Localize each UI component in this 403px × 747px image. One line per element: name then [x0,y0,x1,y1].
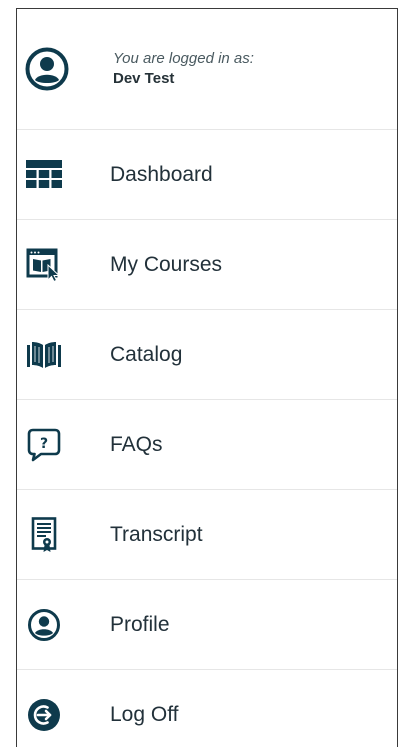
user-circle-icon [26,607,62,643]
log-off-icon [26,697,62,733]
menu-label-log-off: Log Off [110,703,179,726]
navigation-menu-panel: You are logged in as: Dev Test Dashboard [16,8,398,747]
menu-label-catalog: Catalog [110,342,183,366]
menu-label-dashboard: Dashboard [110,162,213,186]
logged-in-label: You are logged in as: [113,50,254,67]
menu-item-log-off[interactable]: Log Off [17,670,397,747]
user-text-block: You are logged in as: Dev Test [113,49,254,89]
menu-item-transcript[interactable]: Transcript [17,490,397,580]
menu-label-faqs: FAQs [110,432,163,456]
open-book-icon [26,337,62,373]
menu-item-catalog[interactable]: Catalog [17,310,397,400]
svg-text:?: ? [40,436,48,452]
menu-label-my-courses: My Courses [110,252,223,276]
question-bubble-icon: ? [26,427,62,463]
menu-item-dashboard[interactable]: Dashboard [17,130,397,220]
user-info-header: You are logged in as: Dev Test [17,9,397,130]
menu-label-transcript: Transcript [110,522,203,546]
menu-item-my-courses[interactable]: My Courses [17,220,397,310]
user-circle-icon [23,45,71,93]
user-name: Dev Test [113,70,175,87]
courses-window-icon [26,247,62,283]
menu-item-profile[interactable]: Profile [17,580,397,670]
certificate-document-icon [26,516,62,553]
dashboard-grid-icon [26,157,62,193]
menu-item-faqs[interactable]: ? FAQs [17,400,397,490]
menu-label-profile: Profile [110,612,170,636]
